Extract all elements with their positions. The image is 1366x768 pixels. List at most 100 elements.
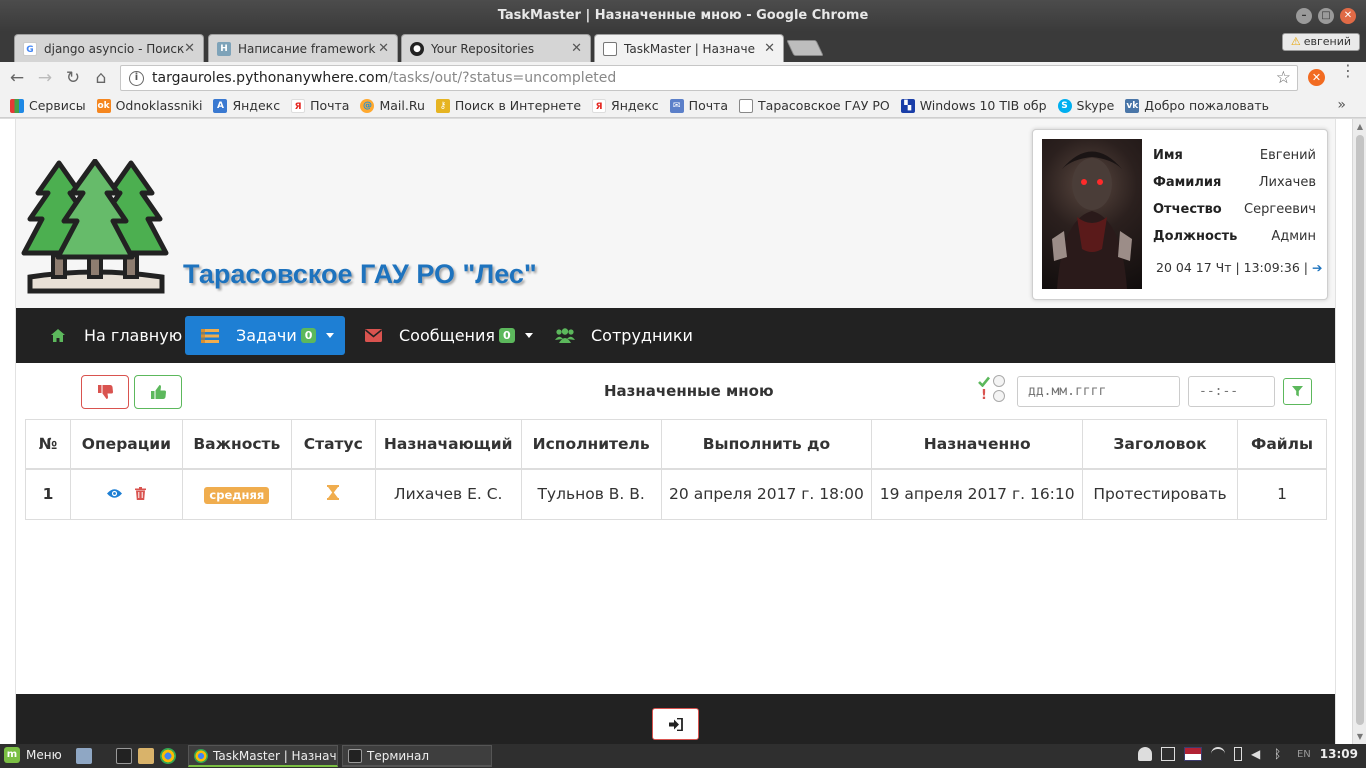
messages-count-badge: 0 bbox=[499, 328, 515, 343]
scroll-down-icon[interactable]: ▼ bbox=[1355, 732, 1365, 741]
tab-framework[interactable]: H Написание framework ✕ bbox=[208, 34, 398, 62]
nav-tasks[interactable]: Задачи 0 bbox=[185, 316, 345, 355]
thumbs-down-icon bbox=[97, 385, 113, 399]
taskbar-window-chrome[interactable]: TaskMaster | Назначе... bbox=[188, 745, 338, 767]
cell-importance: средняя bbox=[181, 468, 292, 520]
show-desktop-icon[interactable] bbox=[76, 748, 92, 764]
close-tab-icon[interactable]: ✕ bbox=[378, 41, 389, 56]
battery-icon[interactable] bbox=[1233, 747, 1242, 761]
user-icon[interactable] bbox=[1137, 747, 1152, 761]
column-header-files[interactable]: Файлы bbox=[1237, 419, 1327, 470]
update-manager-icon[interactable] bbox=[1160, 747, 1175, 761]
forest-logo-icon bbox=[21, 159, 169, 294]
taskbar-window-terminal[interactable]: Терминал bbox=[342, 745, 492, 767]
system-clock[interactable]: 13:09 bbox=[1320, 747, 1358, 761]
column-header-title[interactable]: Заголовок bbox=[1082, 419, 1238, 470]
bookmark-vk[interactable]: vk Добро пожаловать bbox=[1125, 98, 1269, 113]
radio-urgent[interactable] bbox=[993, 390, 1005, 402]
eye-icon[interactable] bbox=[106, 488, 122, 499]
profile-chip[interactable]: ⚠ евгений bbox=[1281, 33, 1360, 51]
page-scrollbar[interactable]: ▲ ▼ bbox=[1352, 119, 1366, 744]
github-icon: ● bbox=[410, 41, 424, 56]
sign-in-icon[interactable]: ➔ bbox=[1312, 260, 1322, 275]
chrome-menu-icon[interactable]: ⋮ bbox=[1340, 63, 1356, 79]
column-header-number[interactable]: № bbox=[25, 419, 71, 470]
habr-icon: H bbox=[217, 41, 231, 56]
close-tab-icon[interactable]: ✕ bbox=[184, 41, 195, 56]
cell-assigner: Лихачев Е. С. bbox=[374, 468, 522, 520]
bookmark-yandex[interactable]: Я Яндекс bbox=[592, 98, 659, 113]
like-button[interactable] bbox=[134, 375, 182, 409]
importance-badge: средняя bbox=[204, 486, 270, 504]
scroll-up-icon[interactable]: ▲ bbox=[1355, 122, 1365, 131]
column-header-status[interactable]: Статус bbox=[290, 419, 376, 470]
address-bar[interactable]: i targauroles.pythonanywhere.com/tasks/o… bbox=[120, 65, 1298, 91]
site-header: Тарасовское ГАУ РО "Лес" Имя Евгений Фам… bbox=[16, 119, 1335, 308]
bookmark-yandex-mail[interactable]: Я Почта bbox=[291, 98, 349, 113]
start-menu-button[interactable]: m Меню bbox=[4, 747, 62, 763]
bookmark-star-icon[interactable]: ☆ bbox=[1276, 68, 1291, 88]
column-header-operations[interactable]: Операции bbox=[69, 419, 183, 470]
status-urgent-option[interactable]: ! bbox=[978, 389, 1005, 402]
bluetooth-icon[interactable]: ᛒ bbox=[1274, 747, 1288, 761]
forward-icon[interactable]: → bbox=[34, 67, 56, 89]
close-window-icon[interactable]: ✕ bbox=[1340, 8, 1356, 24]
tab-taskmaster[interactable]: TaskMaster | Назначе ✕ bbox=[594, 34, 784, 62]
bookmark-skype[interactable]: S Skype bbox=[1057, 98, 1114, 113]
minimize-icon[interactable]: – bbox=[1296, 8, 1312, 24]
extension-icon[interactable]: ✕ bbox=[1308, 69, 1325, 86]
chrome-launcher-icon[interactable] bbox=[160, 748, 176, 764]
reload-icon[interactable]: ↻ bbox=[62, 67, 84, 89]
mailru-icon: @ bbox=[360, 98, 375, 113]
bookmark-yandex-translate[interactable]: A Яндекс bbox=[213, 98, 280, 113]
nav-messages[interactable]: Сообщения 0 bbox=[361, 316, 535, 355]
files-launcher-icon[interactable] bbox=[138, 748, 154, 764]
page-icon bbox=[603, 41, 617, 56]
radio-completed[interactable] bbox=[993, 375, 1005, 387]
bookmark-tarasovskoe[interactable]: Тарасовское ГАУ РО bbox=[739, 98, 890, 113]
bookmark-internet-search[interactable]: ⚷ Поиск в Интернете bbox=[435, 98, 581, 113]
new-tab-button[interactable] bbox=[786, 40, 824, 56]
scrollbar-thumb[interactable] bbox=[1356, 135, 1364, 725]
column-header-assigned-date[interactable]: Назначенно bbox=[871, 419, 1084, 470]
status-completed-option[interactable] bbox=[978, 375, 1005, 387]
wifi-icon[interactable] bbox=[1210, 747, 1225, 761]
sign-in-button[interactable] bbox=[652, 708, 699, 740]
bookmark-mail[interactable]: ✉ Почта bbox=[669, 98, 728, 113]
bookmark-odnoklassniki[interactable]: ok Odnoklassniki bbox=[96, 98, 202, 113]
maximize-icon[interactable]: □ bbox=[1318, 8, 1334, 24]
info-icon[interactable]: i bbox=[129, 70, 144, 86]
vk-icon: vk bbox=[1125, 98, 1140, 113]
bookmark-windows10[interactable]: ▚ Windows 10 TIB обр bbox=[900, 98, 1047, 113]
date-filter-input[interactable] bbox=[1017, 376, 1180, 407]
apply-filter-button[interactable] bbox=[1283, 378, 1312, 405]
home-icon[interactable]: ⌂ bbox=[90, 67, 112, 89]
back-icon[interactable]: ← bbox=[6, 67, 28, 89]
dislike-button[interactable] bbox=[81, 375, 129, 409]
tab-repositories[interactable]: ● Your Repositories ✕ bbox=[401, 34, 591, 62]
google-icon: G bbox=[23, 41, 37, 56]
sign-in-icon bbox=[668, 717, 683, 731]
volume-icon[interactable]: ◀ bbox=[1251, 747, 1265, 761]
profile-row-patronymic: Отчество Сергеевич bbox=[1153, 202, 1316, 217]
thumbs-up-icon bbox=[150, 385, 166, 399]
nav-home[interactable]: На главную bbox=[46, 316, 184, 355]
us-flag-icon[interactable] bbox=[1183, 747, 1202, 761]
trash-icon[interactable] bbox=[134, 487, 146, 501]
close-tab-icon[interactable]: ✕ bbox=[571, 41, 582, 56]
column-header-due-date[interactable]: Выполнить до bbox=[660, 419, 873, 470]
bookmark-services[interactable]: Сервисы bbox=[10, 98, 86, 113]
keyboard-layout-indicator[interactable]: EN bbox=[1297, 749, 1311, 760]
column-header-importance[interactable]: Важность bbox=[181, 419, 292, 470]
bookmark-mailru[interactable]: @ Mail.Ru bbox=[360, 98, 425, 113]
close-tab-icon[interactable]: ✕ bbox=[764, 41, 775, 56]
nav-employees[interactable]: Сотрудники bbox=[553, 316, 695, 355]
tab-django-asyncio[interactable]: G django asyncio - Поиск ✕ bbox=[14, 34, 204, 62]
time-filter-input[interactable] bbox=[1188, 376, 1275, 407]
bookmarks-overflow-icon[interactable]: » bbox=[1337, 97, 1346, 113]
table-row[interactable]: 1 средняя Лихачев Е. С. Тульнов В. В. 20… bbox=[25, 468, 1327, 520]
column-header-assigner[interactable]: Назначающий bbox=[374, 419, 522, 470]
column-header-executor[interactable]: Исполнитель bbox=[520, 419, 662, 470]
terminal-launcher-icon[interactable] bbox=[116, 748, 132, 764]
search-key-icon: ⚷ bbox=[435, 98, 450, 113]
